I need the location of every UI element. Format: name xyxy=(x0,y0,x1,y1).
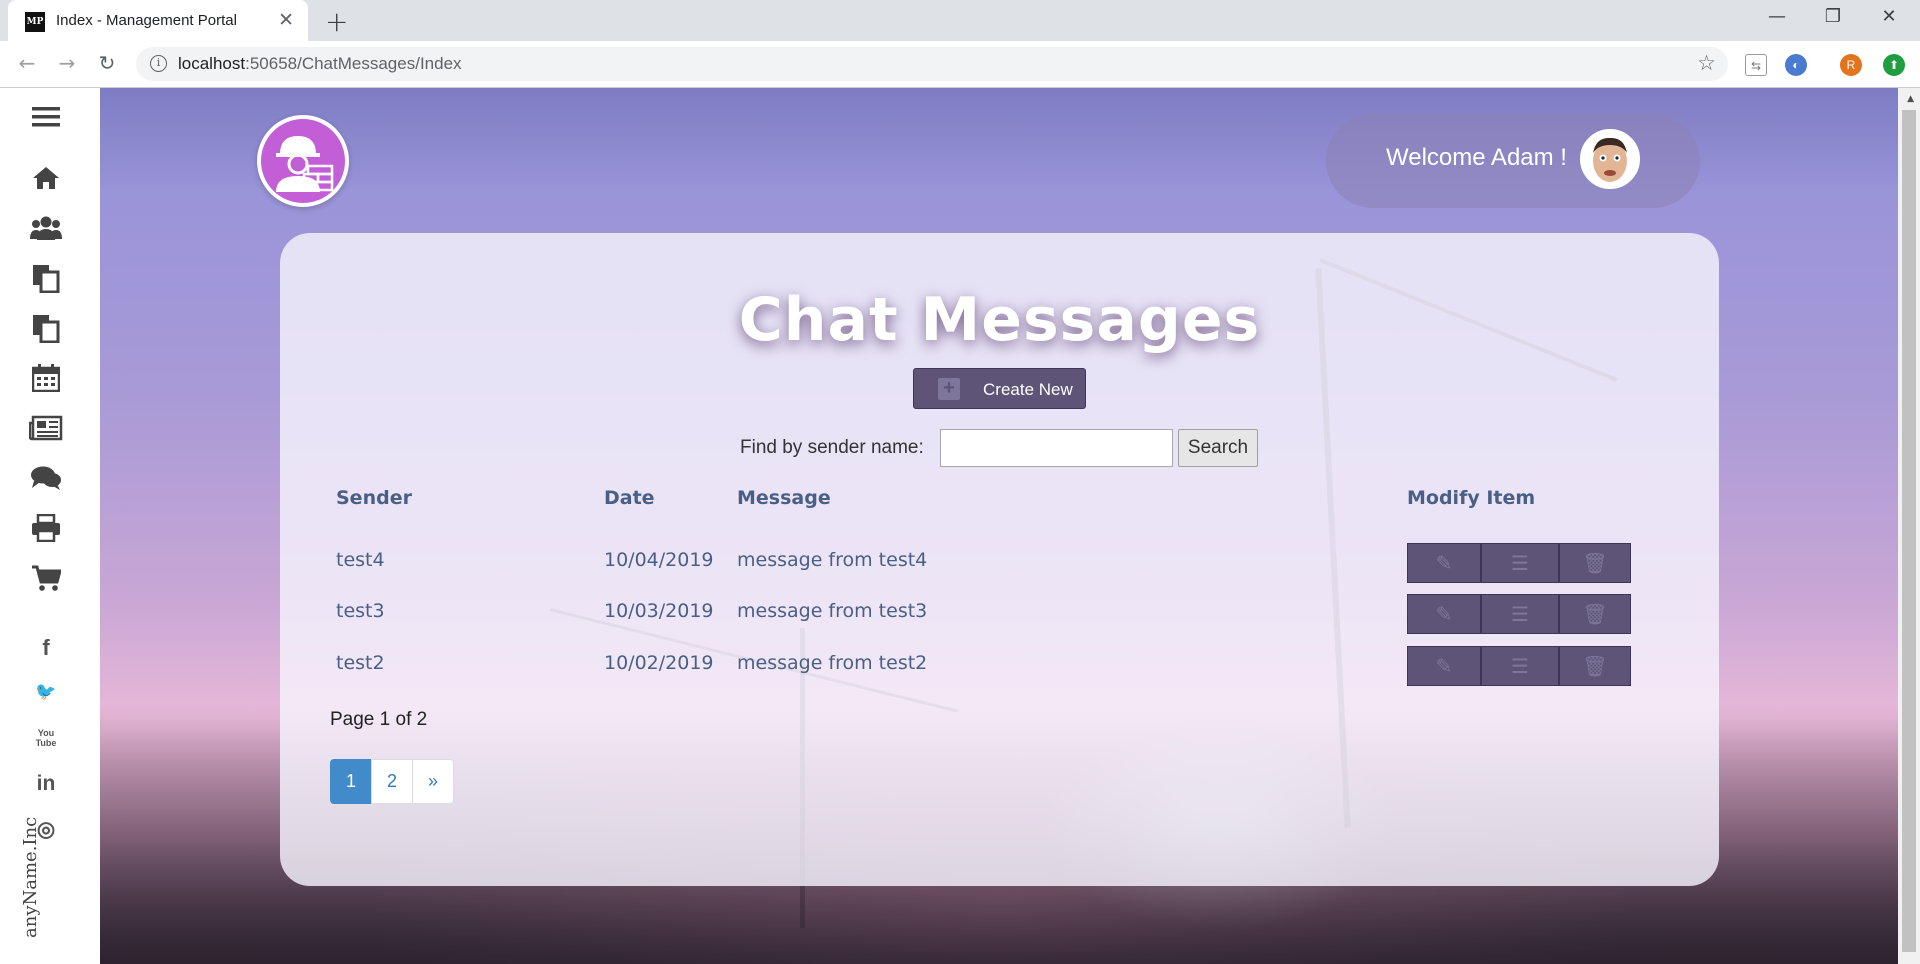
restore-icon[interactable]: ❐ xyxy=(1818,6,1848,27)
delete-trash-icon[interactable]: 🗑 xyxy=(1559,646,1631,686)
documents-alt-icon[interactable] xyxy=(28,310,64,346)
page-1-link[interactable]: 1 xyxy=(330,759,372,804)
column-header-message: Message xyxy=(737,487,831,509)
row-actions: ✎ ☰ 🗑 xyxy=(1407,594,1631,634)
plus-icon: + xyxy=(938,378,960,400)
portal-logo[interactable] xyxy=(257,115,349,207)
create-new-label: Create New xyxy=(983,380,1073,399)
user-avatar-image xyxy=(1582,131,1638,187)
details-list-icon[interactable]: ☰ xyxy=(1481,543,1559,583)
browser-tabbar: MP Index - Management Portal ✕ + — ❐ ✕ xyxy=(0,0,1920,41)
calendar-icon[interactable] xyxy=(28,360,64,396)
linkedin-icon[interactable]: in xyxy=(32,772,60,796)
pagination: 1 2 » xyxy=(330,759,454,804)
scroll-up-icon[interactable]: ▲ xyxy=(1907,94,1914,104)
search-button[interactable]: Search xyxy=(1178,429,1258,467)
row-message: message from test2 xyxy=(737,652,928,674)
details-list-icon[interactable]: ☰ xyxy=(1481,646,1559,686)
row-sender: test2 xyxy=(336,652,385,674)
minimize-icon[interactable]: — xyxy=(1762,6,1792,27)
forward-icon[interactable]: → xyxy=(55,51,79,75)
twitter-icon[interactable]: 🐦 xyxy=(32,682,60,702)
newspaper-icon[interactable] xyxy=(28,410,64,446)
company-name: anyName.Inc xyxy=(20,816,41,938)
delete-trash-icon[interactable]: 🗑 xyxy=(1559,594,1631,634)
cart-icon[interactable] xyxy=(28,560,64,596)
new-tab-icon[interactable]: + xyxy=(325,5,348,38)
column-header-modify: Modify Item xyxy=(1407,487,1536,509)
tab-title: Index - Management Portal xyxy=(56,12,237,29)
scrollbar[interactable]: ▲ xyxy=(1898,88,1920,964)
print-icon[interactable] xyxy=(28,510,64,546)
facebook-icon[interactable]: f xyxy=(32,635,60,661)
documents-icon[interactable] xyxy=(28,260,64,296)
bookmark-star-icon[interactable]: ☆ xyxy=(1697,51,1716,75)
close-window-icon[interactable]: ✕ xyxy=(1874,6,1904,27)
main-content: Welcome Adam ! Chat Messages + Create Ne… xyxy=(100,88,1898,964)
worker-logo-icon xyxy=(276,136,334,192)
site-info-icon[interactable]: i xyxy=(150,55,167,72)
row-sender: test3 xyxy=(336,600,385,622)
chat-icon[interactable] xyxy=(28,460,64,496)
details-list-icon[interactable]: ☰ xyxy=(1481,594,1559,634)
page-info: Page 1 of 2 xyxy=(330,709,428,730)
update-icon[interactable]: ⬆ xyxy=(1883,54,1905,76)
users-icon[interactable] xyxy=(28,210,64,246)
row-date: 10/03/2019 xyxy=(604,600,714,622)
edit-icon[interactable]: ✎ xyxy=(1407,646,1481,686)
address-bar[interactable]: i localhost:50658/ChatMessages/Index ☆ xyxy=(136,47,1728,81)
extension-icon[interactable]: ◐ xyxy=(1785,54,1807,76)
back-icon[interactable]: ← xyxy=(15,51,39,75)
edit-icon[interactable]: ✎ xyxy=(1407,543,1481,583)
scrollbar-thumb[interactable] xyxy=(1902,110,1916,952)
site-favicon-icon: MP xyxy=(25,12,45,32)
browser-tab[interactable]: MP Index - Management Portal ✕ xyxy=(8,0,308,41)
welcome-banner: Welcome Adam ! xyxy=(1326,114,1700,208)
menu-icon[interactable] xyxy=(28,99,64,135)
page-2-link[interactable]: 2 xyxy=(371,759,413,804)
column-header-sender: Sender xyxy=(336,487,412,509)
browser-toolbar: ← → ↻ i localhost:50658/ChatMessages/Ind… xyxy=(0,41,1920,88)
url-text[interactable]: localhost:50658/ChatMessages/Index xyxy=(178,54,462,74)
find-label: Find by sender name: xyxy=(740,437,924,458)
row-date: 10/04/2019 xyxy=(604,549,714,571)
translate-extension-icon[interactable]: ⇆ xyxy=(1745,54,1767,76)
create-new-button[interactable]: + Create New xyxy=(913,368,1086,409)
row-actions: ✎ ☰ 🗑 xyxy=(1407,646,1631,686)
content-card: Chat Messages + Create New Find by sende… xyxy=(280,233,1719,886)
sender-search-input[interactable] xyxy=(940,429,1173,467)
next-page-link[interactable]: » xyxy=(412,759,454,804)
row-sender: test4 xyxy=(336,549,385,571)
welcome-text: Welcome Adam ! xyxy=(1386,144,1567,171)
row-actions: ✎ ☰ 🗑 xyxy=(1407,543,1631,583)
home-icon[interactable] xyxy=(28,160,64,196)
row-message: message from test4 xyxy=(737,549,928,571)
edit-icon[interactable]: ✎ xyxy=(1407,594,1481,634)
tab-close-icon[interactable]: ✕ xyxy=(278,9,294,31)
page-title: Chat Messages xyxy=(738,285,1261,355)
row-message: message from test3 xyxy=(737,600,928,622)
row-date: 10/02/2019 xyxy=(604,652,714,674)
profile-avatar[interactable]: R xyxy=(1840,54,1862,76)
youtube-icon[interactable]: You Tube xyxy=(32,728,60,748)
left-sidebar: f 🐦 You Tube in ◎ anyName.Inc xyxy=(0,88,100,964)
user-avatar[interactable] xyxy=(1580,129,1640,189)
delete-trash-icon[interactable]: 🗑 xyxy=(1559,543,1631,583)
reload-icon[interactable]: ↻ xyxy=(95,51,119,75)
column-header-date: Date xyxy=(604,487,655,509)
